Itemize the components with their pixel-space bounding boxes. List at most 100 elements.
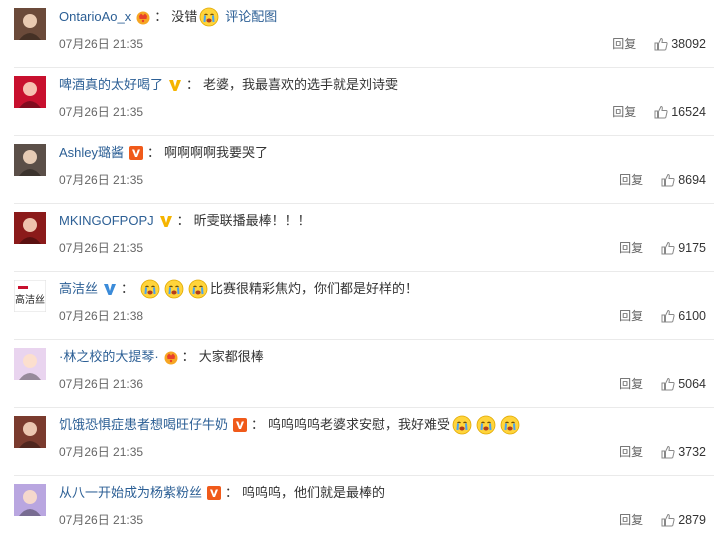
comment-actions: 回复 2879	[619, 511, 706, 528]
cry-emoji-icon	[500, 415, 520, 435]
username-link[interactable]: 从八一开始成为杨紫粉丝	[59, 482, 202, 504]
avatar[interactable]	[14, 484, 46, 516]
timestamp: 07月26日 21:35	[59, 241, 144, 255]
comment-item: 饥饿恐惧症患者想喝旺仔牛奶 ：呜呜呜呜老婆求安慰，我好难受 07月26日 21:35…	[0, 408, 714, 476]
reply-button[interactable]: 回复	[612, 35, 636, 52]
like-button[interactable]: 9175	[661, 241, 706, 255]
avatar[interactable]	[14, 416, 46, 448]
comment-text: 呜呜呜，他们就是最棒的	[242, 485, 386, 500]
reply-button[interactable]: 回复	[619, 443, 643, 460]
thumbs-up-icon	[654, 105, 671, 119]
avatar[interactable]: 高洁丝	[14, 280, 46, 312]
crown-badge-icon	[163, 349, 179, 365]
like-count: 2879	[678, 512, 706, 527]
comment-content: 从八一开始成为杨紫粉丝 ：呜呜呜，他们就是最棒的	[59, 482, 385, 504]
avatar[interactable]	[14, 76, 46, 108]
crown-badge-icon	[135, 9, 151, 25]
avatar[interactable]	[14, 212, 46, 244]
vip-orange-v-icon	[206, 485, 222, 501]
cry-emoji-icon	[199, 7, 219, 27]
like-button[interactable]: 16524	[654, 105, 706, 119]
thumbs-up-icon	[661, 241, 678, 255]
comment-content: MKINGOFPOPJ ：昕雯联播最棒！！！	[59, 210, 311, 232]
thumbs-up-icon	[661, 445, 678, 459]
timestamp: 07月26日 21:38	[59, 309, 144, 323]
thumbs-up-icon	[661, 513, 678, 527]
thumbs-up-icon	[661, 377, 678, 391]
username-link[interactable]: ·林之校的大提琴·	[59, 346, 159, 368]
like-button[interactable]: 8694	[661, 173, 706, 187]
timestamp: 07月26日 21:35	[59, 37, 144, 51]
colon-separator: ：	[186, 77, 200, 92]
username-link[interactable]: 啤酒真的太好喝了	[59, 74, 163, 96]
comment-image-link[interactable]: 评论配图	[225, 6, 277, 28]
like-count: 3732	[678, 444, 706, 459]
comment-actions: 回复 16524	[612, 103, 706, 120]
cry-emoji-icon	[188, 279, 208, 299]
username-link[interactable]: OntarioAo_x	[59, 6, 131, 28]
comment-content: Ashley璐酱 ：啊啊啊啊我要哭了	[59, 142, 268, 164]
vip-orange-v-icon	[128, 145, 144, 161]
comment-actions: 回复 3732	[619, 443, 706, 460]
timestamp: 07月26日 21:35	[59, 513, 144, 527]
like-count: 6100	[678, 308, 706, 323]
reply-button[interactable]: 回复	[619, 239, 643, 256]
like-count: 16524	[671, 104, 706, 119]
colon-separator: ：	[176, 213, 190, 228]
timestamp: 07月26日 21:35	[59, 105, 144, 119]
comment-actions: 回复 9175	[619, 239, 706, 256]
reply-button[interactable]: 回复	[619, 307, 643, 324]
reply-button[interactable]: 回复	[619, 375, 643, 392]
like-button[interactable]: 3732	[661, 445, 706, 459]
like-button[interactable]: 38092	[654, 37, 706, 51]
comment-item: 啤酒真的太好喝了 ：老婆，我最喜欢的选手就是刘诗雯 07月26日 21:35 回复 16…	[0, 68, 714, 136]
thumbs-up-icon	[654, 37, 671, 51]
username-link[interactable]: MKINGOFPOPJ	[59, 210, 154, 232]
comment-actions: 回复 5064	[619, 375, 706, 392]
like-button[interactable]: 2879	[661, 513, 706, 527]
comment-content: 饥饿恐惧症患者想喝旺仔牛奶 ：呜呜呜呜老婆求安慰，我好难受	[59, 414, 522, 436]
like-button[interactable]: 5064	[661, 377, 706, 391]
comment-actions: 回复 38092	[612, 35, 706, 52]
cry-emoji-icon	[164, 279, 184, 299]
colon-separator: ：	[147, 145, 161, 160]
comment-text: 没错	[171, 9, 198, 24]
comment-text: 昕雯联播最棒！！！	[193, 213, 311, 228]
username-link[interactable]: 高洁丝	[59, 278, 98, 300]
like-count: 38092	[671, 36, 706, 51]
colon-separator: ：	[121, 281, 135, 296]
avatar[interactable]	[14, 8, 46, 40]
colon-separator: ：	[225, 485, 239, 500]
svg-text:高洁丝: 高洁丝	[15, 293, 45, 306]
like-button[interactable]: 6100	[661, 309, 706, 323]
comment-list: OntarioAo_x：没错 评论配图 07月26日 21:35 回复 38092 啤酒真…	[0, 0, 714, 534]
avatar[interactable]	[14, 348, 46, 380]
comment-actions: 回复 6100	[619, 307, 706, 324]
comment-item: MKINGOFPOPJ ：昕雯联播最棒！！！ 07月26日 21:35 回复 9175	[0, 204, 714, 272]
comment-actions: 回复 8694	[619, 171, 706, 188]
like-count: 5064	[678, 376, 706, 391]
vip-orange-v-icon	[232, 417, 248, 433]
thumbs-up-icon	[661, 309, 678, 323]
comment-item: Ashley璐酱 ：啊啊啊啊我要哭了 07月26日 21:35 回复 8694	[0, 136, 714, 204]
username-link[interactable]: Ashley璐酱	[59, 142, 124, 164]
verified-yellow-v-icon	[158, 213, 174, 229]
cry-emoji-icon	[476, 415, 496, 435]
comment-item: ·林之校的大提琴· ：大家都很棒 07月26日 21:36 回复 5064	[0, 340, 714, 408]
like-count: 9175	[678, 240, 706, 255]
reply-button[interactable]: 回复	[619, 171, 643, 188]
reply-button[interactable]: 回复	[619, 511, 643, 528]
comment-content: 啤酒真的太好喝了 ：老婆，我最喜欢的选手就是刘诗雯	[59, 74, 398, 96]
username-link[interactable]: 饥饿恐惧症患者想喝旺仔牛奶	[59, 414, 228, 436]
comment-content: OntarioAo_x ：没错 评论配图	[59, 6, 277, 28]
colon-separator: ：	[154, 9, 168, 24]
timestamp: 07月26日 21:35	[59, 445, 144, 459]
comment-item: 高洁丝 高洁丝：比赛很精彩焦灼，你们都是好样的！ 07月26日 21:38 回复 610…	[0, 272, 714, 340]
comment-text: 老婆，我最喜欢的选手就是刘诗雯	[203, 77, 399, 92]
cry-emoji-icon	[452, 415, 472, 435]
comment-text: 啊啊啊啊我要哭了	[164, 145, 269, 160]
avatar[interactable]	[14, 144, 46, 176]
reply-button[interactable]: 回复	[612, 103, 636, 120]
comment-content: 高洁丝 ： 比赛很精彩焦灼，你们都是好样的！	[59, 278, 418, 300]
colon-separator: ：	[181, 349, 195, 364]
